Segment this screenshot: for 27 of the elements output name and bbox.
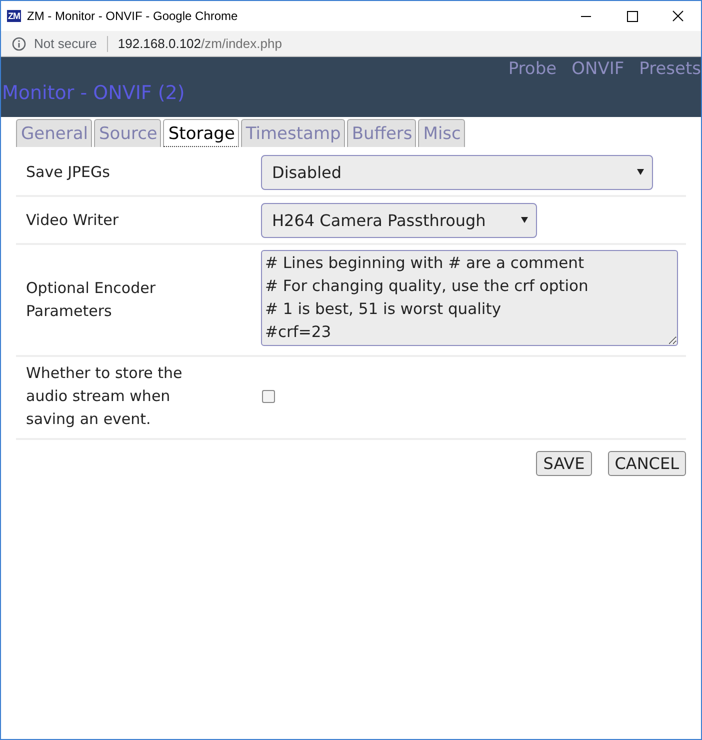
header-link[interactable]: Presets: [639, 59, 701, 79]
tab[interactable]: General: [16, 119, 92, 147]
header-link[interactable]: Probe: [508, 59, 557, 79]
info-icon[interactable]: [12, 36, 26, 50]
field-label: Video Writer: [26, 210, 120, 230]
field-label: Save JPEGs: [26, 162, 111, 182]
page-title: Monitor - ONVIF (2): [2, 82, 185, 104]
text-area[interactable]: # Lines beginning with # are a comment # For changing quality, use the crf option # 1 is best, 51 is worst quality #crf=23: [261, 250, 678, 346]
tab[interactable]: Misc: [418, 119, 465, 147]
form-button[interactable]: CANCEL: [608, 451, 686, 476]
tab[interactable]: Storage: [163, 119, 239, 147]
field-label: Optional Encoder Parameters: [26, 278, 157, 322]
caret-icon: [637, 169, 644, 175]
checkbox[interactable]: [262, 390, 275, 403]
url-text[interactable]: 192.168.0.102/zm/index.php: [118, 36, 282, 51]
form-button[interactable]: SAVE: [536, 451, 592, 476]
security-label: Not secure: [34, 36, 97, 51]
window-title: ZM - Monitor - ONVIF - Google Chrome: [27, 9, 238, 23]
tab[interactable]: Source: [94, 119, 162, 147]
caret-icon: [521, 217, 528, 223]
header-link[interactable]: ONVIF: [572, 59, 624, 79]
tab[interactable]: Buffers: [346, 119, 416, 147]
app-logo: ZM: [7, 10, 21, 22]
select-field[interactable]: Disabled: [261, 154, 653, 190]
field-label: Whether to store the audio stream when saving an event.: [26, 363, 184, 430]
tab[interactable]: Timestamp: [240, 119, 345, 147]
select-field[interactable]: H264 Camera Passthrough: [261, 202, 537, 238]
